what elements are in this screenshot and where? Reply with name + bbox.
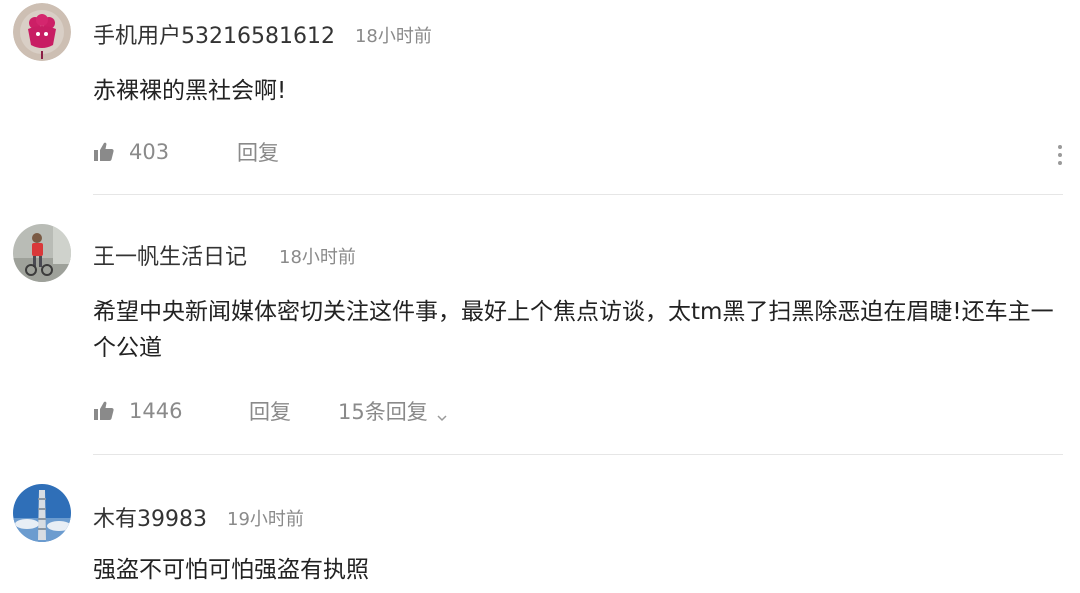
tower-photo-avatar-icon — [13, 484, 71, 542]
username[interactable]: 王一帆生活日记 18小时前 — [93, 239, 356, 271]
comment-text: 强盗不可怕可怕强盗有执照 — [93, 557, 369, 583]
avatar[interactable] — [13, 484, 71, 542]
username-text[interactable]: 王一帆生活日记 — [93, 245, 247, 270]
comment-actions: 403 回复 — [93, 137, 279, 167]
divider — [93, 194, 1063, 195]
like-count[interactable]: 403 — [129, 140, 237, 164]
reply-button[interactable]: 回复 — [237, 137, 279, 167]
avatar[interactable] — [13, 3, 71, 61]
comment-text: 希望中央新闻媒体密切关注这件事，最好上个焦点访谈，太tm黑了扫黑除恶迫在眉睫!还… — [93, 299, 1054, 361]
divider — [93, 454, 1063, 455]
username-text[interactable]: 手机用户53216581612 — [93, 24, 335, 49]
comment-time: 19小时前 — [227, 509, 304, 530]
replies-count-label[interactable]: 15条回复 — [338, 396, 428, 426]
pink-flower-avatar-icon — [13, 3, 71, 61]
thumbs-up-icon[interactable] — [93, 141, 115, 163]
username-text[interactable]: 木有39983 — [93, 507, 207, 532]
comment-text: 赤裸裸的黑社会啊! — [93, 78, 287, 104]
thumbs-up-icon[interactable] — [93, 400, 115, 422]
comment-time: 18小时前 — [279, 247, 356, 268]
comment-actions: 1446 回复 15条回复 — [93, 396, 448, 426]
chevron-down-icon[interactable] — [436, 405, 448, 422]
username[interactable]: 木有39983 19小时前 — [93, 501, 304, 533]
avatar[interactable] — [13, 224, 71, 282]
username[interactable]: 手机用户53216581612 18小时前 — [93, 18, 432, 50]
comment-time: 18小时前 — [354, 26, 432, 47]
view-replies-button[interactable]: 15条回复 — [338, 396, 448, 426]
more-vertical-icon[interactable] — [1054, 143, 1066, 169]
like-count[interactable]: 1446 — [129, 399, 249, 423]
reply-button[interactable]: 回复 — [249, 396, 338, 426]
child-photo-avatar-icon — [13, 224, 71, 282]
